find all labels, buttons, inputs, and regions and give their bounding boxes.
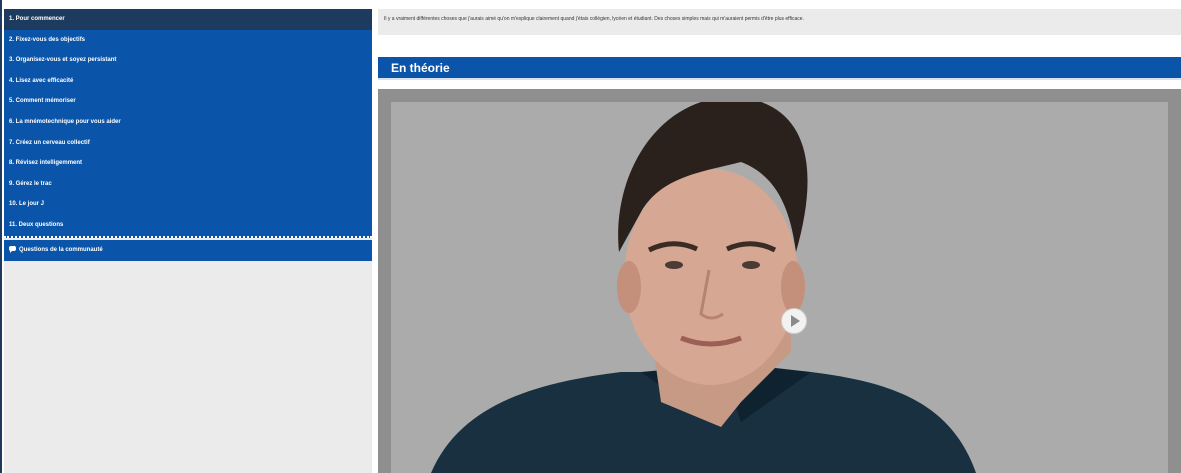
community-questions-label: Questions de la communauté	[19, 247, 103, 253]
community-questions-link[interactable]: Questions de la communauté	[4, 240, 372, 261]
lesson-nav-list: 1. Pour commencer 2. Fixez-vous des obje…	[4, 9, 372, 238]
lesson-item-5[interactable]: 5. Comment mémoriser	[4, 91, 372, 112]
section-header: En théorie	[378, 57, 1181, 80]
lesson-item-9[interactable]: 9. Gérez le trac	[4, 174, 372, 195]
course-sidebar: 1. Pour commencer 2. Fixez-vous des obje…	[4, 9, 372, 473]
lesson-item-2[interactable]: 2. Fixez-vous des objectifs	[4, 30, 372, 51]
lesson-item-8[interactable]: 8. Révisez intelligemment	[4, 153, 372, 174]
lesson-item-3[interactable]: 3. Organisez-vous et soyez persistant	[4, 50, 372, 71]
presenter-video-frame	[391, 102, 1168, 473]
intro-text: Il y a vraiment différentes choses que j…	[384, 16, 804, 22]
video-area[interactable]	[391, 102, 1168, 473]
lesson-item-7[interactable]: 7. Créez un cerveau collectif	[4, 133, 372, 154]
play-button[interactable]	[781, 308, 807, 334]
lesson-item-11[interactable]: 11. Deux questions	[4, 215, 372, 236]
intro-text-box: Il y a vraiment différentes choses que j…	[378, 9, 1181, 35]
section-title: En théorie	[391, 61, 450, 75]
lesson-item-6[interactable]: 6. La mnémotechnique pour vous aider	[4, 112, 372, 133]
chat-icon	[9, 246, 16, 253]
window-left-edge	[0, 0, 2, 473]
lesson-item-4[interactable]: 4. Lisez avec efficacité	[4, 71, 372, 92]
video-player	[378, 89, 1181, 473]
lesson-item-10[interactable]: 10. Le jour J	[4, 194, 372, 215]
lesson-item-1[interactable]: 1. Pour commencer	[4, 9, 372, 30]
